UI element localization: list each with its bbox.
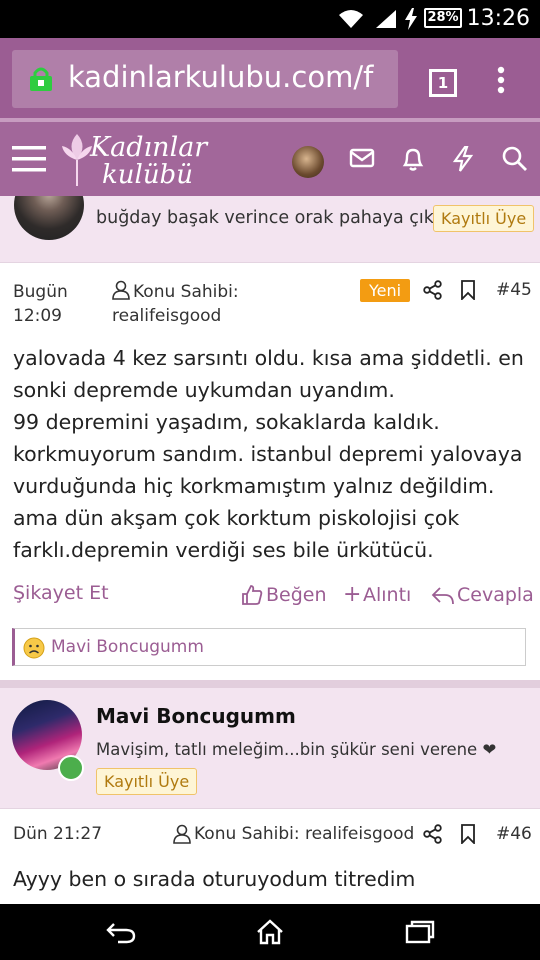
thread-owner-name: realifeisgood [112,306,222,326]
reply-icon[interactable] [431,586,455,606]
user-title-badge: Kayıtlı Üye [433,205,535,232]
post-body: yalovada 4 kez sarsıntı oldu. kısa ama ş… [13,346,524,562]
post-body: Ayyy ben o sırada oturuyodum titredim [13,867,416,891]
overflow-menu-icon[interactable] [495,66,507,94]
signal-icon [376,10,396,28]
username[interactable]: Mavi Boncugumm [96,704,296,728]
inbox-icon[interactable] [349,146,375,170]
bookmark-icon[interactable] [460,824,476,844]
share-icon[interactable] [423,824,443,844]
browser-toolbar: kadinlarkulubu.com/f 1 [0,38,540,118]
battery-indicator: 28% [424,8,462,28]
logo-text-line2: kulübü [102,160,193,190]
thumbs-up-icon[interactable] [241,584,263,606]
status-bar: 28% 13:26 [0,0,540,38]
post-number[interactable]: #46 [496,824,532,844]
search-icon[interactable] [502,146,528,172]
account-avatar[interactable] [292,146,324,178]
post-number[interactable]: #45 [496,280,532,300]
post-date[interactable]: Bugün 12:09 [13,280,68,328]
lock-icon [30,67,52,91]
user-signature: buğday başak verince orak pahaya çıkar.. [96,208,462,228]
wifi-icon [339,10,363,28]
like-button[interactable]: Beğen [266,584,327,606]
lightning-icon[interactable] [452,146,474,172]
user-outline-icon [173,824,191,844]
post-date-day: Bugün [13,282,68,302]
divider [0,808,540,809]
reaction-list[interactable]: Mavi Boncugumm [12,628,526,666]
quote-button[interactable]: Alıntı [363,584,411,606]
user-signature: Mavişim, tatlı meleğim...bin şükür seni … [96,740,497,759]
share-icon[interactable] [423,280,443,300]
post-separator [0,680,540,688]
post-date-time: 12:09 [13,306,62,326]
thread-owner: Konu Sahibi: realifeisgood [112,280,239,328]
menu-icon[interactable] [12,144,46,174]
charging-icon [405,8,417,30]
sad-face-icon [23,637,45,659]
reaction-user[interactable]: Mavi Boncugumm [51,637,204,657]
bookmark-icon[interactable] [460,280,476,300]
user-title-badge: Kayıtlı Üye [96,768,198,795]
report-link[interactable]: Şikayet Et [13,582,109,604]
new-badge: Yeni [360,279,411,302]
clock: 13:26 [466,6,530,31]
site-header: Kadınlar kulübü [0,118,540,196]
online-indicator [58,755,84,781]
back-icon[interactable] [106,922,136,944]
plus-icon[interactable]: + [343,582,361,607]
home-icon[interactable] [255,919,285,945]
thread-content: buğday başak verince orak pahaya çıkar..… [0,196,540,904]
tab-switcher-button[interactable]: 1 [429,69,457,97]
recent-apps-icon[interactable] [405,920,435,944]
thread-owner-label: Konu Sahibi: [133,282,239,302]
address-bar[interactable]: kadinlarkulubu.com/f [12,50,398,108]
reply-button[interactable]: Cevapla [457,584,534,606]
post-date[interactable]: Dün 21:27 [13,824,102,844]
divider [0,262,540,263]
site-logo[interactable]: Kadınlar kulübü [60,130,210,192]
lotus-logo-icon [62,134,92,186]
system-navigation-bar [0,904,540,960]
logo-text-line1: Kadınlar [90,132,208,163]
bell-icon[interactable] [401,146,425,172]
url-text[interactable]: kadinlarkulubu.com/f [68,60,393,94]
thread-owner: Konu Sahibi: realifeisgood [194,824,415,844]
